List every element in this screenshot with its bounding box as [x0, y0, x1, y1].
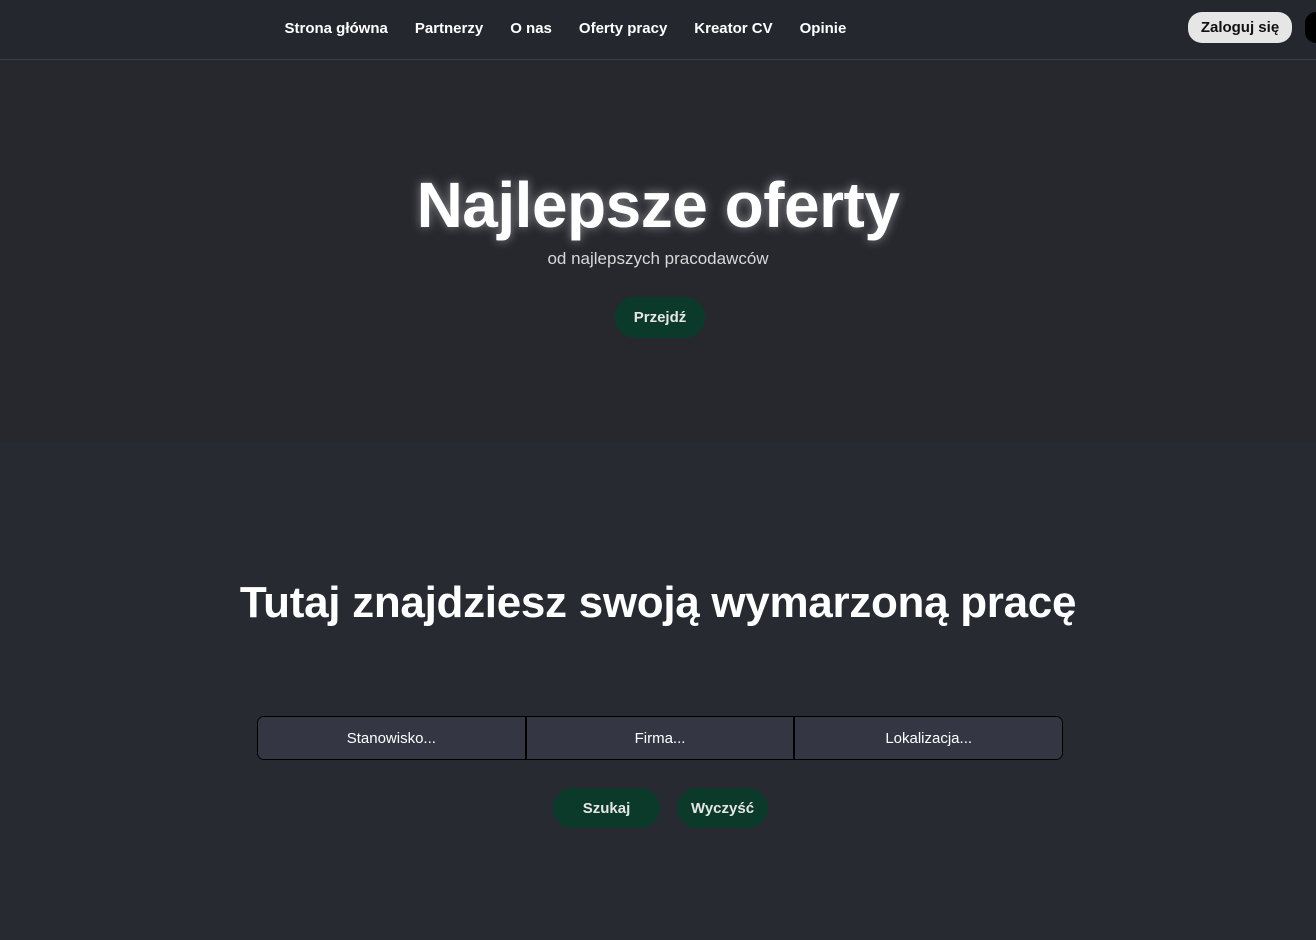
- hero-subtitle: od najlepszych pracodawców: [547, 249, 769, 268]
- company-input[interactable]: [524, 717, 794, 759]
- nav-link-reviews[interactable]: Opinie: [786, 20, 860, 37]
- location-input[interactable]: [793, 717, 1062, 759]
- login-button[interactable]: Zaloguj się: [1188, 12, 1292, 43]
- position-input[interactable]: [258, 717, 525, 759]
- nav-link-partners[interactable]: Partnerzy: [401, 20, 496, 37]
- nav-link-home[interactable]: Strona główna: [271, 20, 401, 37]
- hero-section: Najlepsze oferty od najlepszych pracodaw…: [0, 61, 1316, 443]
- top-navbar: Strona główna Partnerzy O nas Oferty pra…: [0, 0, 1316, 60]
- nav-link-job-offers[interactable]: Oferty pracy: [565, 20, 680, 37]
- clear-button[interactable]: Wyczyść: [677, 788, 768, 828]
- main-nav: Strona główna Partnerzy O nas Oferty pra…: [271, 0, 860, 56]
- search-bar: [257, 716, 1063, 760]
- nav-link-cv-creator[interactable]: Kreator CV: [681, 20, 786, 37]
- register-button-partial[interactable]: [1305, 12, 1316, 43]
- go-button[interactable]: Przejdź: [615, 297, 705, 338]
- search-button[interactable]: Szukaj: [553, 788, 660, 828]
- hero-title: Najlepsze oferty: [416, 169, 900, 241]
- job-search-section: Tutaj znajdziesz swoją wymarzoną pracę S…: [0, 443, 1316, 940]
- nav-link-about[interactable]: O nas: [497, 20, 566, 37]
- search-section-title: Tutaj znajdziesz swoją wymarzoną pracę: [239, 578, 1077, 627]
